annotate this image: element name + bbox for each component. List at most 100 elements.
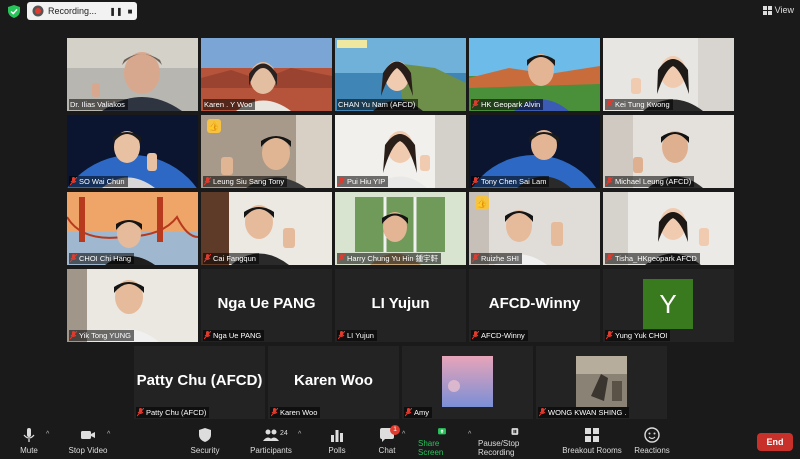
share-options-chevron-icon[interactable]: ^ bbox=[468, 431, 471, 438]
video-tile[interactable]: Kei Tung Kwong bbox=[603, 38, 734, 111]
stop-video-label: Stop Video bbox=[68, 446, 108, 455]
participant-name-tag: Karen . Y Woo bbox=[203, 99, 256, 110]
participant-name-tag: SO Wai Chun bbox=[69, 176, 128, 187]
chat-options-chevron-icon[interactable]: ^ bbox=[402, 431, 405, 438]
participant-name-tag: Karen Woo bbox=[270, 407, 321, 418]
video-tile[interactable]: HK Geopark Alvin bbox=[469, 38, 600, 111]
video-tile[interactable]: CHAN Yu Nam (AFCD) bbox=[335, 38, 466, 111]
mic-muted-icon bbox=[137, 408, 144, 417]
recording-button-label: Pause/Stop Recording bbox=[478, 439, 520, 457]
chat-button[interactable]: Chat 1 bbox=[376, 425, 400, 457]
smiley-icon bbox=[644, 427, 660, 443]
participant-name-tag: Ruizhe SHI bbox=[471, 253, 522, 264]
participant-name-tag: Patty Chu (AFCD) bbox=[136, 407, 210, 418]
participant-display-name: Karen Woo bbox=[294, 372, 373, 389]
video-tile[interactable]: Dr. Ilias Valiakos bbox=[67, 38, 198, 111]
mic-muted-icon bbox=[606, 254, 613, 263]
chat-unread-badge: 1 bbox=[390, 425, 400, 435]
video-tile[interactable]: Yik Tong YUNG bbox=[67, 269, 198, 342]
polls-icon bbox=[331, 430, 343, 442]
polls-label: Polls bbox=[328, 446, 346, 455]
meeting-toolbar: Mute ^ Stop Video ^ Security Participant… bbox=[0, 425, 800, 459]
video-tile[interactable]: Tisha_HKgeopark AFCD bbox=[603, 192, 734, 265]
share-screen-icon bbox=[438, 428, 446, 435]
thumbs-up-reaction-icon: 👍 bbox=[475, 196, 489, 210]
breakout-rooms-icon bbox=[585, 428, 599, 442]
participant-name-tag: Michael Leung (AFCD) bbox=[605, 176, 695, 187]
pause-stop-icon bbox=[511, 428, 519, 435]
participants-label: Participants bbox=[250, 446, 292, 455]
breakout-rooms-label: Breakout Rooms bbox=[562, 446, 622, 455]
participant-name-tag: Pui Hiu YIP bbox=[337, 176, 389, 187]
profile-picture bbox=[576, 356, 627, 407]
participant-display-name: AFCD-Winny bbox=[488, 295, 581, 312]
mic-muted-icon bbox=[539, 408, 546, 417]
participant-name-tag: Yung Yuk CHOI bbox=[605, 330, 671, 341]
polls-button[interactable]: Polls bbox=[325, 427, 349, 457]
participants-count: 24 bbox=[280, 430, 288, 437]
video-tile[interactable]: Cai Fangqun bbox=[201, 192, 332, 265]
mic-muted-icon bbox=[204, 254, 211, 263]
video-tile[interactable]: Karen . Y Woo bbox=[201, 38, 332, 111]
mic-muted-icon bbox=[472, 100, 479, 109]
participant-name-tag: AFCD-Winny bbox=[471, 330, 528, 341]
mic-muted-icon bbox=[204, 331, 211, 340]
participants-options-chevron-icon[interactable]: ^ bbox=[298, 431, 301, 438]
video-tile[interactable]: Pui Hiu YIP bbox=[335, 115, 466, 188]
participant-name-tag: CHAN Yu Nam (AFCD) bbox=[337, 99, 419, 110]
video-tile[interactable]: Nga Ue PANG Nga Ue PANG bbox=[201, 269, 332, 342]
participant-name-tag: Tony Chen Sai Lam bbox=[471, 176, 550, 187]
video-grid: Dr. Ilias Valiakos Karen . Y Woo CHAN Yu… bbox=[0, 0, 800, 459]
participant-name-tag: Cai Fangqun bbox=[203, 253, 259, 264]
participant-name-tag: Kei Tung Kwong bbox=[605, 99, 673, 110]
pause-stop-recording-button[interactable]: Pause/Stop Recording bbox=[478, 427, 554, 457]
mic-muted-icon bbox=[606, 331, 613, 340]
video-tile[interactable]: Amy bbox=[402, 346, 533, 419]
mic-muted-icon bbox=[338, 331, 345, 340]
video-tile[interactable]: AFCD-Winny AFCD-Winny bbox=[469, 269, 600, 342]
participants-icon bbox=[263, 429, 279, 441]
mic-muted-icon bbox=[338, 254, 345, 263]
stop-video-button[interactable]: Stop Video bbox=[66, 427, 110, 457]
video-tile[interactable]: LI Yujun LI Yujun bbox=[335, 269, 466, 342]
participant-name-tag: Yik Tong YUNG bbox=[69, 330, 134, 341]
microphone-icon bbox=[23, 428, 35, 442]
participant-name-tag: CHOI Chi Hang bbox=[69, 253, 135, 264]
participant-name-tag: Leung Siu Sang Tony bbox=[203, 176, 288, 187]
mic-muted-icon bbox=[271, 408, 278, 417]
video-tile[interactable]: Michael Leung (AFCD) bbox=[603, 115, 734, 188]
breakout-rooms-button[interactable]: Breakout Rooms bbox=[562, 427, 622, 457]
video-tile[interactable]: Tony Chen Sai Lam bbox=[469, 115, 600, 188]
participant-name-tag: HK Geopark Alvin bbox=[471, 99, 544, 110]
video-tile[interactable]: SO Wai Chun bbox=[67, 115, 198, 188]
participants-button[interactable]: Participants 24 bbox=[248, 427, 294, 457]
participant-name-tag: WONG KWAN SHING . bbox=[538, 407, 630, 418]
mic-muted-icon bbox=[472, 177, 479, 186]
mute-button[interactable]: Mute bbox=[14, 427, 44, 457]
end-meeting-button[interactable]: End bbox=[757, 433, 793, 451]
video-tile[interactable]: Harry Chung Yu Hin 鍾宇軒 bbox=[335, 192, 466, 265]
share-screen-button[interactable]: Share Screen bbox=[418, 427, 466, 457]
video-tile[interactable]: CHOI Chi Hang bbox=[67, 192, 198, 265]
video-tile[interactable]: WONG KWAN SHING . bbox=[536, 346, 667, 419]
audio-options-chevron-icon[interactable]: ^ bbox=[46, 431, 49, 438]
participant-display-name: LI Yujun bbox=[371, 295, 430, 312]
shield-icon bbox=[199, 428, 211, 442]
video-tile[interactable]: Karen Woo Karen Woo bbox=[268, 346, 399, 419]
video-options-chevron-icon[interactable]: ^ bbox=[107, 431, 110, 438]
video-tile[interactable]: Y Yung Yuk CHOI bbox=[603, 269, 734, 342]
avatar: Y bbox=[643, 279, 693, 329]
reactions-button[interactable]: Reactions bbox=[632, 427, 672, 457]
mute-label: Mute bbox=[20, 446, 38, 455]
share-screen-label: Share Screen bbox=[418, 439, 444, 457]
reactions-label: Reactions bbox=[634, 446, 670, 455]
security-button[interactable]: Security bbox=[188, 427, 222, 457]
participant-name-tag: Nga Ue PANG bbox=[203, 330, 265, 341]
mic-muted-icon bbox=[338, 177, 345, 186]
participant-name-tag: Harry Chung Yu Hin 鍾宇軒 bbox=[337, 253, 442, 264]
video-tile[interactable]: Patty Chu (AFCD) Patty Chu (AFCD) bbox=[134, 346, 265, 419]
chat-label: Chat bbox=[378, 446, 396, 455]
participant-name-tag: LI Yujun bbox=[337, 330, 377, 341]
video-tile[interactable]: 👍 Leung Siu Sang Tony bbox=[201, 115, 332, 188]
video-tile[interactable]: 👍 Ruizhe SHI bbox=[469, 192, 600, 265]
